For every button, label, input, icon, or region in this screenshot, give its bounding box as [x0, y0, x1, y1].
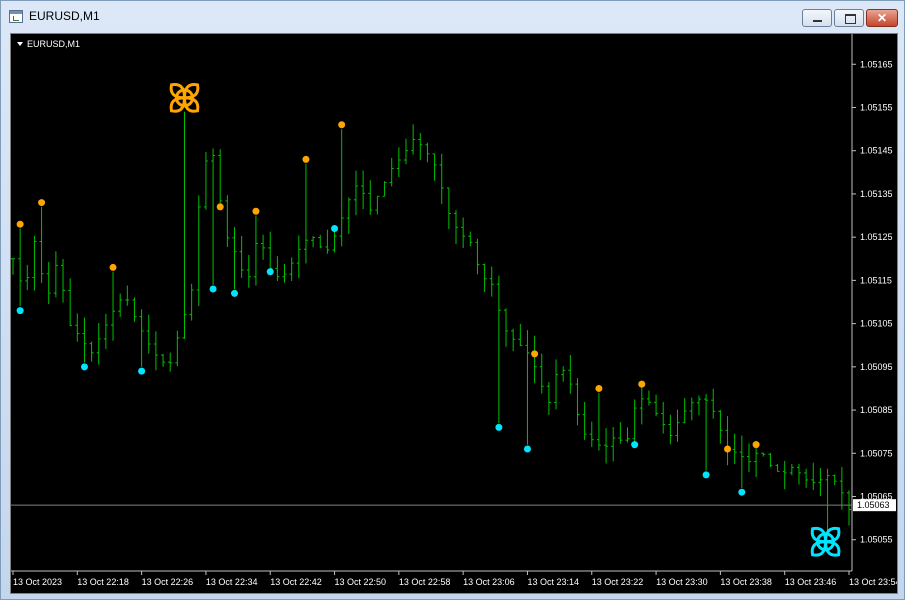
top-fractal-dot — [216, 203, 224, 211]
price-axis — [11, 34, 853, 572]
top-fractal-dot — [338, 121, 346, 129]
bottom-fractal-dot — [702, 471, 710, 479]
top-fractal-dot — [109, 263, 117, 271]
x-tick-label: 13 Oct 23:14 — [527, 577, 579, 587]
minimize-button[interactable] — [802, 9, 832, 27]
x-tick-label: 13 Oct 23:30 — [656, 577, 708, 587]
bottom-fractal-dot — [523, 445, 531, 453]
bottom-fractal-dot — [495, 423, 503, 431]
maximize-button[interactable] — [834, 9, 864, 27]
window-title: EURUSD,M1 — [29, 9, 100, 23]
chart-window-icon[interactable] — [9, 10, 23, 23]
bottom-fractal-dot — [138, 367, 146, 375]
triangle-down-icon[interactable] — [17, 42, 23, 46]
minimize-icon — [803, 10, 831, 26]
y-tick-label: 1.05115 — [860, 275, 892, 285]
x-tick-label: 13 Oct 22:26 — [142, 577, 194, 587]
price-chart[interactable]: 1.05165 1.05155 1.05145 1.05135 1.05125 1.051… — [11, 34, 897, 593]
close-button[interactable]: ✕ — [866, 9, 898, 27]
close-icon: ✕ — [876, 11, 888, 25]
top-fractal-dot — [302, 155, 310, 163]
x-tick-label: 13 Oct 22:34 — [206, 577, 258, 587]
y-tick-label: 1.05145 — [860, 146, 893, 156]
bottom-fractal-dot — [209, 285, 217, 293]
ohlc-bars — [11, 111, 851, 532]
top-fractal-dot — [16, 220, 24, 228]
y-tick-label: 1.05055 — [860, 535, 893, 545]
big-bottom-marker-icon — [810, 526, 841, 557]
y-tick-label: 1.05105 — [860, 319, 893, 329]
bottom-fractal-dot — [738, 488, 746, 496]
top-fractal-dot — [595, 384, 603, 392]
y-tick-label: 1.05095 — [860, 362, 893, 372]
chart-area[interactable]: 1.05165 1.05155 1.05145 1.05135 1.05125 1.051… — [10, 33, 898, 594]
y-tick-label: 1.05135 — [860, 189, 893, 199]
big-top-marker-icon — [169, 82, 200, 113]
top-fractal-dot — [531, 350, 539, 358]
y-axis-ticks: 1.05165 1.05155 1.05145 1.05135 1.05125 1.051… — [852, 59, 893, 545]
x-tick-label: 13 Oct 22:50 — [335, 577, 387, 587]
bottom-fractal-dot — [80, 363, 88, 371]
y-tick-label: 1.05075 — [860, 448, 893, 458]
y-tick-label: 1.05165 — [860, 59, 893, 69]
bottom-fractal-dot — [16, 307, 24, 315]
top-fractal-dot — [724, 445, 732, 453]
bottom-fractal-dot — [631, 441, 639, 449]
top-fractal-dot — [252, 207, 260, 215]
x-tick-label: 13 Oct 23:38 — [720, 577, 772, 587]
current-price-label: 1.05063 — [853, 499, 896, 512]
y-tick-label: 1.05155 — [860, 102, 893, 112]
y-tick-label: 1.05125 — [860, 232, 893, 242]
bottom-fractal-dot — [266, 268, 274, 276]
x-tick-label: 13 Oct 22:58 — [399, 577, 451, 587]
y-tick-label: 1.05085 — [860, 405, 893, 415]
x-axis-ticks: 13 Oct 2023 13 Oct 22:18 13 Oct 22:26 13 Oc… — [12, 571, 897, 587]
maximize-icon — [835, 10, 863, 26]
current-price-value: 1.05063 — [857, 500, 890, 510]
x-tick-label: 13 Oct 23:54 — [849, 577, 897, 587]
chart-window: EURUSD,M1 ✕ 1.05165 1.05155 1.05145 1.05135… — [0, 0, 905, 600]
x-tick-label: 13 Oct 23:22 — [592, 577, 644, 587]
title-bar[interactable]: EURUSD,M1 ✕ — [1, 1, 904, 33]
chart-symbol-label: EURUSD,M1 — [27, 39, 80, 49]
x-tick-label: 13 Oct 23:46 — [785, 577, 837, 587]
x-tick-label: 13 Oct 2023 — [13, 577, 62, 587]
symbol-header[interactable]: EURUSD,M1 — [17, 39, 80, 49]
bottom-fractal-dot — [331, 225, 339, 233]
knot-center — [823, 539, 829, 545]
bottom-fractal-dot — [231, 289, 239, 297]
top-fractal-dot — [38, 199, 46, 207]
knot-center — [181, 95, 187, 101]
x-tick-label: 13 Oct 23:06 — [463, 577, 515, 587]
x-tick-label: 13 Oct 22:18 — [77, 577, 129, 587]
top-fractal-dot — [638, 380, 646, 388]
top-fractal-dot — [752, 441, 760, 449]
x-tick-label: 13 Oct 22:42 — [270, 577, 322, 587]
